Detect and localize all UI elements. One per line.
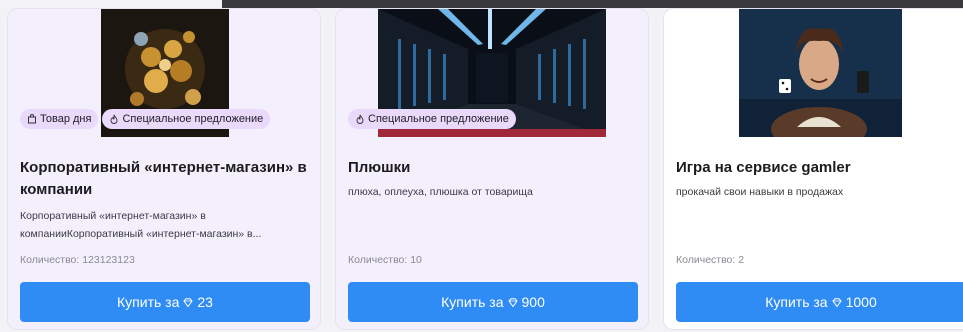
badge-product-of-day: Товар дня — [20, 109, 99, 129]
buy-button[interactable]: Купить за 900 — [348, 282, 638, 322]
badge-label: Специальное предложение — [122, 113, 264, 125]
price-value: 23 — [197, 294, 213, 310]
price-value: 1000 — [845, 294, 877, 310]
product-description: плюха, оплеуха, плюшка от товарища — [348, 186, 533, 198]
product-quantity: Количество: 10 — [348, 254, 422, 266]
badge-special-offer: Специальное предложение — [102, 109, 271, 129]
diamond-icon — [507, 297, 518, 307]
diamond-icon — [183, 297, 194, 307]
product-image-gamer-character — [739, 9, 902, 137]
product-title: Игра на сервисе gamler — [676, 159, 851, 176]
product-quantity: Количество: 123123123 — [20, 254, 135, 266]
flame-icon — [111, 114, 118, 124]
badge-special-offer: Специальное предложение — [348, 109, 516, 129]
product-description: прокачай свои навыки в продажах — [676, 186, 844, 198]
product-title: Корпоративный «интернет-магазин» в компа… — [20, 159, 307, 198]
product-card[interactable]: Игра на сервисе gamler прокачай свои нав… — [663, 8, 963, 330]
product-card[interactable]: Специальное предложение Плюшки плюха, оп… — [335, 8, 649, 330]
price-value: 900 — [521, 294, 545, 310]
badge-label: Товар дня — [40, 113, 92, 125]
buy-label: Купить за — [441, 294, 504, 310]
diamond-icon — [831, 297, 842, 307]
buy-button[interactable]: Купить за 23 — [20, 282, 310, 322]
buy-label: Купить за — [117, 294, 180, 310]
badge-label: Специальное предложение — [368, 113, 509, 125]
product-card[interactable]: Товар дня Специальное предложение Корпор… — [7, 8, 321, 330]
product-title: Плюшки — [348, 159, 411, 176]
buy-button[interactable]: Купить за 1000 — [676, 282, 963, 322]
buy-label: Купить за — [765, 294, 828, 310]
flame-icon — [356, 114, 364, 124]
product-quantity: Количество: 2 — [676, 254, 745, 266]
bag-icon — [28, 114, 36, 124]
product-description: Корпоративный «интернет-магазин» в компа… — [20, 210, 262, 240]
window-top-bar — [222, 0, 963, 8]
